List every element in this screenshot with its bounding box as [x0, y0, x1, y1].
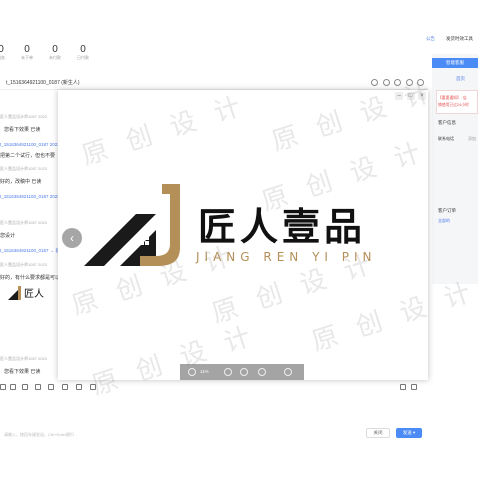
message-meta: 匠人壹品设计师1057 2023 [0, 220, 47, 225]
zoom-in-icon[interactable] [188, 368, 196, 376]
message-meta: t_1516364921100_0187 2023 [0, 194, 60, 199]
message-text: 您看下效果 已读 [4, 127, 41, 133]
stat-value: 0 [24, 44, 30, 55]
zoom-level: 11% [200, 369, 209, 374]
customer-info-title: 客户信息 [438, 120, 456, 125]
percent-icon[interactable] [76, 384, 82, 390]
file-icon[interactable] [22, 384, 28, 390]
tab-shipping-tool[interactable]: 发货时效工具 [446, 36, 473, 42]
previous-image-button[interactable]: ‹ [62, 228, 82, 248]
image-icon[interactable] [10, 384, 16, 390]
logo-mark [84, 184, 180, 266]
home-link[interactable]: 首页 [456, 76, 465, 82]
watermark: 原 创 设 计 [78, 90, 251, 172]
download-icon[interactable] [284, 368, 292, 376]
right-panel [432, 54, 478, 284]
stat-label: 已付款 [77, 55, 89, 60]
stat-value: 0 [52, 44, 58, 55]
logo-english-name: JIANG REN YI PIN [196, 250, 377, 264]
stat-label: 未下单 [21, 55, 33, 60]
sent-logo-thumbnail[interactable]: 匠人 [6, 282, 66, 302]
message-text: 好的，有什么要求都是可以 [0, 275, 61, 281]
contact-add-link[interactable]: 添加 [468, 136, 476, 142]
close-button[interactable]: 关闭 [366, 428, 390, 438]
zoom-out-icon[interactable] [224, 368, 232, 376]
send-button[interactable]: 发送 ▾ [396, 428, 422, 438]
notice-card [436, 90, 478, 114]
message-meta: 匠人壹品设计师1057 2023 [0, 356, 47, 361]
stat-label: 服务 [0, 55, 5, 60]
message-text: 您看下效果 已读 [4, 369, 41, 375]
tab-notice[interactable]: 公告 [426, 36, 435, 42]
stat-not-ordered[interactable]: 0 未下单 [17, 44, 37, 61]
message-meta: 匠人壹品设计师1057 2023 [0, 166, 47, 171]
gift-icon[interactable] [48, 384, 54, 390]
emoji-icon[interactable] [0, 384, 6, 390]
stat-service[interactable]: 0 服务 [0, 44, 11, 61]
right-panel-tabs: 公告 发货时效工具 [426, 36, 478, 46]
message-meta: 匠人壹品设计师1057 2023 [0, 114, 47, 119]
stat-label: 未付款 [49, 55, 61, 60]
reset-icon[interactable] [258, 368, 266, 376]
message-text: 您设计 [0, 233, 16, 239]
message-text: 好的，改稿中 已读 [0, 179, 42, 185]
settings-icon[interactable] [411, 384, 417, 390]
chat-header: t_1516364921100_0187 (新生人) [0, 76, 428, 90]
svg-text:匠人: 匠人 [24, 288, 44, 300]
input-toolbar [0, 380, 428, 394]
chat-icon[interactable] [371, 79, 379, 86]
stat-unpaid[interactable]: 0 未付款 [45, 44, 65, 61]
stat-value: 0 [0, 44, 4, 55]
viewer-toolbar: 11% [180, 364, 304, 380]
notice-line: 铺使用已过24小时 [438, 103, 469, 107]
message-meta: t_1516364921100_0187 → 新 [0, 248, 60, 253]
stat-value: 0 [80, 44, 86, 55]
message-text: 把第二个试行，但也不要 [0, 153, 56, 159]
customer-orders-title: 客户订单 [438, 208, 456, 213]
logo-chinese-name: 匠人壹品 [198, 205, 367, 249]
image-viewer: – □ × 原 创 设 计 原 创 设 计 原 创 设 计 原 创 设 计 原 … [58, 76, 478, 402]
stats-bar: 0 服务 0 未下单 0 未付款 0 已付款 [0, 44, 110, 66]
message-meta: t_1516364921100_0187 2023 [0, 142, 60, 147]
input-placeholder[interactable]: 请输入，按回车键发送，Ctrl+Enter换行 [4, 432, 74, 438]
video-icon[interactable] [35, 384, 41, 390]
rotate-icon[interactable] [240, 368, 248, 376]
help-icon[interactable] [400, 384, 406, 390]
message-meta: 匠人壹品设计师1057 2023 [0, 262, 47, 267]
contact-label: 联系电话 [438, 136, 454, 141]
smart-service-button[interactable]: 智能客服 [432, 58, 478, 68]
stat-paid[interactable]: 0 已付款 [73, 44, 93, 61]
notice-line: 【重要通知】: 店 [438, 96, 467, 100]
conversation-title: t_1516364921100_0187 (新生人) [6, 80, 80, 86]
orders-filter[interactable]: 全部的 [438, 218, 450, 224]
scissors-icon[interactable] [62, 384, 68, 390]
